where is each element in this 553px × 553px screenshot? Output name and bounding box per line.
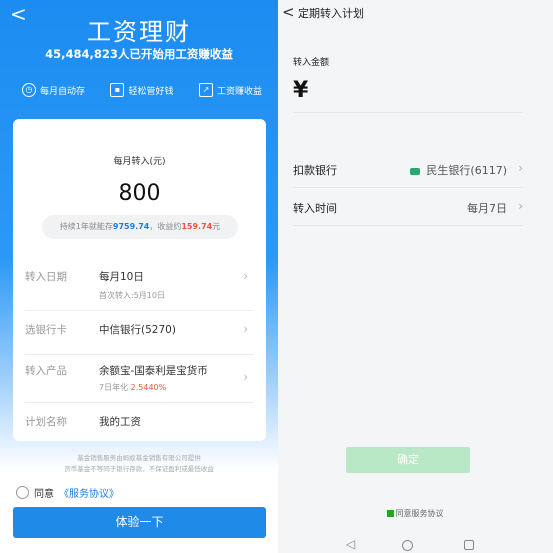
feature-item: ▪ 轻松管好钱 xyxy=(110,83,174,97)
row-value: 民生银行(6117) xyxy=(410,162,507,178)
nav-home-icon[interactable] xyxy=(402,540,413,551)
page-subtitle: 45,484,823人已开始用工资赚收益 xyxy=(0,46,278,62)
service-agreement-link[interactable]: 《服务协议》 xyxy=(59,485,119,500)
page-title: 工资理财 xyxy=(87,18,191,46)
row-key: 转入时间 xyxy=(293,202,337,215)
clock-icon: ◷ xyxy=(22,83,36,97)
chevron-right-icon: › xyxy=(243,269,248,283)
row-value: 每月7日 xyxy=(467,202,507,215)
agreement-row: 同意 《服务协议》 xyxy=(16,485,119,500)
checkbox-checked-icon[interactable] xyxy=(386,510,394,517)
monthly-amount-value[interactable]: 800 xyxy=(13,181,266,206)
try-it-button[interactable]: 体验一下 xyxy=(13,507,266,538)
agree-text: 同意服务协议 xyxy=(395,509,444,518)
feature-label: 工资赚收益 xyxy=(216,86,262,97)
first-transfer-note: 首次转入:5月10日 xyxy=(99,291,165,300)
plan-name-row[interactable]: 计划名称 我的工资 xyxy=(25,414,254,434)
transfer-time-row[interactable]: 转入时间 每月7日 › xyxy=(293,188,523,226)
row-value: 余额宝-国泰利是宝货币 xyxy=(99,365,208,377)
annual-rate: 7日年化 2.5440% xyxy=(99,382,166,393)
bank-name: 民生银行(6117) xyxy=(426,164,507,177)
rate-prefix: 7日年化 xyxy=(99,383,131,392)
feature-item: ↗ 工资赚收益 xyxy=(198,83,262,97)
nav-recent-apps-icon[interactable] xyxy=(464,540,474,550)
confirm-button[interactable]: 确定 xyxy=(346,447,470,473)
feature-item: ◷ 每月自动存 xyxy=(22,83,85,97)
row-key: 扣款银行 xyxy=(293,164,337,177)
projection-prefix: 持续1年就能存 xyxy=(59,222,113,231)
amount-input[interactable]: ¥ xyxy=(293,78,308,103)
plan-card: 每月转入(元) 800 持续1年就能存9759.74，收益约159.74元 转入… xyxy=(13,119,266,441)
debit-bank-row[interactable]: 扣款银行 民生银行(6117) › xyxy=(293,150,523,188)
row-key: 选银行卡 xyxy=(25,324,67,336)
monthly-amount-label: 每月转入(元) xyxy=(113,157,166,167)
chevron-right-icon: › xyxy=(243,370,248,384)
projection-suffix: 元 xyxy=(212,222,221,231)
amount-underline xyxy=(293,112,523,113)
chevron-right-icon: › xyxy=(243,322,248,336)
feature-label: 每月自动存 xyxy=(40,86,86,97)
transfer-date-row[interactable]: 转入日期 每月10日 首次转入:5月10日 › xyxy=(25,269,254,311)
back-button[interactable]: < xyxy=(282,3,295,21)
nav-back-icon[interactable]: ◁ xyxy=(346,537,355,551)
disclaimer: 基金销售服务由蚂蚁基金销售有限公司提供 货币基金不等同于银行存款，不保证盈利或最… xyxy=(0,453,278,475)
agree-label: 同意 xyxy=(34,489,54,500)
page-title: 定期转入计划 xyxy=(298,7,364,20)
bank-logo-icon xyxy=(410,167,421,175)
projected-savings: 9759.74 xyxy=(112,222,150,231)
chevron-right-icon: › xyxy=(518,199,523,213)
chevron-right-icon: › xyxy=(518,161,523,175)
feature-bar: ◷ 每月自动存 ▪ 轻松管好钱 ↗ 工资赚收益 xyxy=(22,83,262,97)
wallet-icon: ▪ xyxy=(110,83,125,97)
trend-chart-icon: ↗ xyxy=(198,83,213,97)
scheduled-transfer-screen: < 定期转入计划 转入金额 ¥ 扣款银行 民生银行(6117) › 转入时间 每… xyxy=(280,0,553,553)
salary-finance-screen: < 工资理财 45,484,823人已开始用工资赚收益 ◷ 每月自动存 ▪ 轻松… xyxy=(0,0,278,553)
agreement-row[interactable]: 同意服务协议 xyxy=(280,508,550,519)
row-value: 每月10日 xyxy=(99,271,144,283)
feature-label: 轻松管好钱 xyxy=(128,86,174,97)
agree-radio[interactable] xyxy=(16,486,29,499)
projection-middle: ，收益约 xyxy=(149,222,182,231)
subtitle-text: 人已开始用工资赚收益 xyxy=(117,47,233,61)
bank-card-row[interactable]: 选银行卡 中信银行(5270) › xyxy=(25,322,254,355)
amount-label: 转入金额 xyxy=(293,58,330,68)
rate-value: 2.5440% xyxy=(130,383,167,392)
row-value: 我的工资 xyxy=(99,416,141,428)
system-nav-bar: ◁ xyxy=(280,537,553,553)
projection-pill: 持续1年就能存9759.74，收益约159.74元 xyxy=(42,215,238,239)
row-value: 中信银行(5270) xyxy=(99,324,176,336)
user-count: 45,484,823 xyxy=(45,47,118,61)
disclaimer-line: 货币基金不等同于银行存款，不保证盈利或最低收益 xyxy=(64,465,214,473)
row-key: 计划名称 xyxy=(25,416,67,428)
projected-earnings: 159.74 xyxy=(181,222,213,231)
disclaimer-line: 基金销售服务由蚂蚁基金销售有限公司提供 xyxy=(77,454,201,462)
product-row[interactable]: 转入产品 余额宝-国泰利是宝货币 7日年化 2.5440% › xyxy=(25,363,254,403)
row-key: 转入日期 xyxy=(25,271,67,283)
row-key: 转入产品 xyxy=(25,365,67,377)
screenshot-root: < 工资理财 45,484,823人已开始用工资赚收益 ◷ 每月自动存 ▪ 轻松… xyxy=(0,0,553,553)
